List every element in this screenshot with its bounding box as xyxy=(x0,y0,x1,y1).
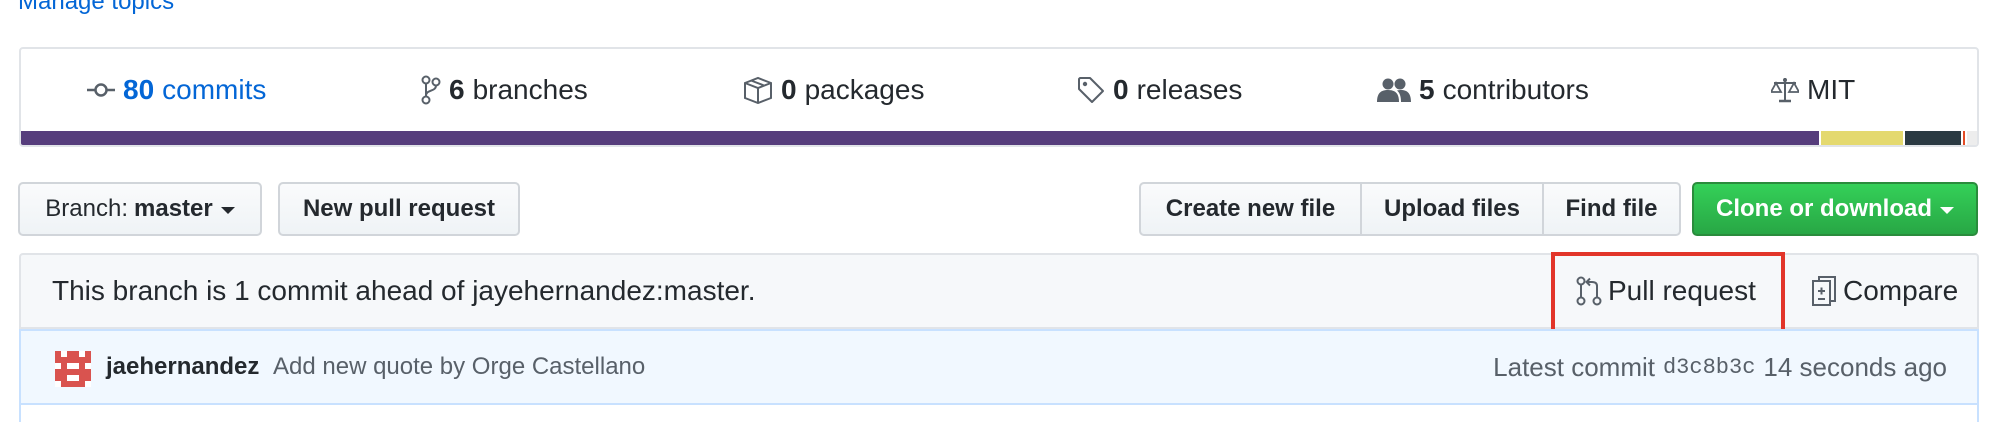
commits-count: 80 xyxy=(123,74,155,105)
packages-link[interactable]: 0 packages xyxy=(743,49,924,131)
caret-down-icon xyxy=(220,207,235,214)
packages-label: packages xyxy=(804,74,925,105)
branch-status-text: This branch is 1 commit ahead of jayeher… xyxy=(52,275,756,306)
branch-name: master xyxy=(134,195,213,222)
new-pull-request-label: New pull request xyxy=(302,195,496,222)
tag-icon xyxy=(1077,76,1105,104)
package-icon xyxy=(743,76,773,104)
branch-prefix: Branch: xyxy=(45,195,128,222)
packages-count: 0 xyxy=(781,74,797,105)
latest-commit-bar: jaehernandez Add new quote by Orge Caste… xyxy=(19,329,1979,405)
commit-meta: Latest commit d3c8b3c 14 seconds ago xyxy=(1493,331,1947,403)
branches-link[interactable]: 6 branches xyxy=(421,49,588,131)
language-bar[interactable] xyxy=(21,131,1977,145)
license-label: MIT xyxy=(1807,74,1856,105)
contributors-count: 5 xyxy=(1419,74,1435,105)
law-icon xyxy=(1771,76,1799,104)
compare-link[interactable]: Compare xyxy=(1811,255,1958,327)
create-new-file-label: Create new file xyxy=(1165,195,1336,222)
language-bar-segment[interactable] xyxy=(1818,131,1903,145)
create-new-file-button[interactable]: Create new file xyxy=(1141,184,1360,234)
file-actions-group: Create new file Upload files Find file xyxy=(1139,182,1681,236)
commit-author-link[interactable]: jaehernandez xyxy=(106,331,259,403)
commit-time: 14 seconds ago xyxy=(1763,351,1947,382)
language-bar-segment[interactable] xyxy=(1902,131,1962,145)
latest-commit-prefix: Latest commit xyxy=(1493,351,1655,382)
branch-select-button[interactable]: Branch: master xyxy=(18,182,262,236)
new-pull-request-button[interactable]: New pull request xyxy=(278,182,520,236)
commit-message-link[interactable]: Add new quote by Orge Castellano xyxy=(273,331,645,403)
releases-count: 0 xyxy=(1113,74,1129,105)
branches-label: branches xyxy=(472,74,588,105)
diff-icon xyxy=(1811,275,1837,307)
branches-count: 6 xyxy=(449,74,465,105)
license-link[interactable]: MIT xyxy=(1771,49,1855,131)
commits-label: commits xyxy=(162,74,267,105)
contributors-label: contributors xyxy=(1442,74,1589,105)
find-file-button[interactable]: Find file xyxy=(1542,184,1679,234)
commit-icon xyxy=(87,82,115,98)
clone-or-download-label: Clone or download xyxy=(1716,195,1932,222)
highlight-annotation xyxy=(1551,252,1785,334)
contributors-link[interactable]: 5 contributors xyxy=(1377,49,1589,131)
caret-down-icon xyxy=(1940,207,1954,214)
avatar[interactable] xyxy=(55,351,91,387)
language-bar-segment[interactable] xyxy=(21,131,1819,145)
releases-label: releases xyxy=(1136,74,1243,105)
file-list xyxy=(19,403,1979,422)
commit-sha-link[interactable]: d3c8b3c xyxy=(1663,355,1755,380)
clone-or-download-button[interactable]: Clone or download xyxy=(1692,182,1978,236)
upload-files-label: Upload files xyxy=(1383,195,1521,222)
releases-link[interactable]: 0 releases xyxy=(1077,49,1242,131)
manage-topics-link[interactable]: Manage topics xyxy=(18,0,174,16)
commits-link[interactable]: 80 commits xyxy=(87,49,266,131)
git-branch-icon xyxy=(421,75,441,105)
numbers-summary: 80 commits 6 branches 0 packages 0 relea… xyxy=(21,49,1977,131)
upload-files-button[interactable]: Upload files xyxy=(1360,184,1542,234)
people-icon xyxy=(1377,77,1411,103)
language-bar-segment[interactable] xyxy=(1965,131,1977,145)
repository-summary: 80 commits 6 branches 0 packages 0 relea… xyxy=(19,47,1979,147)
find-file-label: Find file xyxy=(1565,195,1658,222)
compare-label: Compare xyxy=(1843,275,1959,306)
